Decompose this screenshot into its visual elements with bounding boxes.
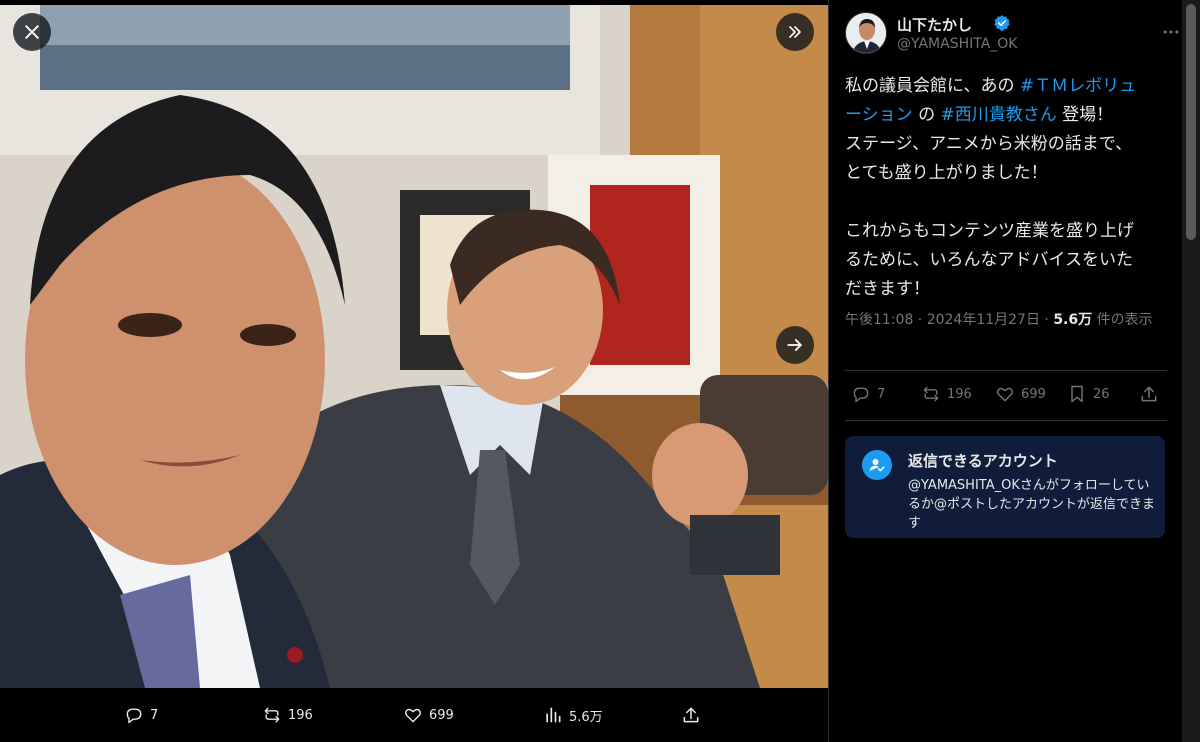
hashtag-part-1: #ＴＭレボリュ: [1019, 76, 1137, 96]
like-button[interactable]: 699: [995, 384, 1046, 404]
post-views-suffix: 件の表示: [1092, 312, 1153, 328]
views-icon: [546, 707, 561, 723]
post-text: 私の議員会館に、あの #ＴＭレボリューション の #西川貴教さん 登場！ ステージ…: [845, 72, 1165, 304]
text-line-2-end: 登場！: [1056, 105, 1114, 125]
like-icon: [405, 708, 421, 723]
share-icon: [683, 707, 699, 723]
hashtag-nishikawa[interactable]: #西川貴教さん: [940, 105, 1056, 125]
text-line-1: 私の議員会館に、あの: [845, 76, 1020, 96]
viewer-reply-button[interactable]: 7: [124, 705, 158, 725]
bookmark-button[interactable]: 26: [1067, 384, 1110, 404]
author-name[interactable]: 山下たかし: [897, 14, 972, 35]
expand-icon: [789, 26, 801, 38]
reply-icon: [126, 708, 142, 724]
repost-icon: [923, 386, 939, 402]
scrollbar-thumb[interactable]: [1186, 4, 1196, 240]
reply-count: 7: [877, 386, 886, 402]
reply-button[interactable]: 7: [851, 384, 885, 404]
reply-icon: [853, 387, 869, 403]
expand-panel-button[interactable]: [776, 13, 814, 51]
media-viewer: 7 196 699 5.6万: [0, 0, 828, 742]
post-detail-panel: 山下たかし @YAMASHITA_OK 私の議員会館に、あの #ＴＭレボリューシ…: [828, 0, 1200, 742]
viewer-share-button[interactable]: [681, 705, 701, 725]
avatar[interactable]: [845, 12, 887, 54]
text-connector: の: [912, 105, 941, 125]
post-photo: [0, 5, 828, 688]
repost-count: 196: [947, 386, 972, 402]
divider: [845, 370, 1167, 371]
post-meta: 午後11:08 · 2024年11月27日 · 5.6万 件の表示: [845, 308, 1165, 332]
reply-restriction-title: 返信できるアカウント: [908, 452, 1058, 470]
text-line-4: とても盛り上がりました！: [845, 163, 1048, 183]
user-check-icon: [869, 459, 885, 472]
post-timestamp[interactable]: 午後11:08 · 2024年11月27日 ·: [845, 312, 1053, 328]
verified-icon: [994, 15, 1010, 31]
like-icon: [997, 387, 1013, 402]
repost-icon: [264, 707, 280, 723]
viewer-reply-count: 7: [150, 707, 159, 723]
text-line-3: ステージ、アニメから米粉の話まで、: [845, 134, 1133, 154]
reply-restriction-body: @YAMASHITA_OKさんがフォローしているか@ポストしたアカウントが返信で…: [908, 478, 1156, 531]
close-icon: [25, 25, 39, 39]
post-action-bar: 7 196 699 26: [845, 384, 1167, 412]
text-line-6: るために、いろんなアドバイスをいた: [845, 250, 1133, 270]
viewer-like-button[interactable]: 699: [403, 705, 454, 725]
next-image-button[interactable]: [776, 326, 814, 364]
text-line-7: だきます！: [845, 279, 930, 299]
photo-illustration: [0, 5, 828, 688]
next-arrow-icon: [787, 339, 802, 351]
author-handle[interactable]: @YAMASHITA_OK: [897, 36, 1017, 52]
viewer-repost-count: 196: [288, 707, 313, 723]
viewer-action-bar: 7 196 699 5.6万: [0, 688, 828, 742]
bookmark-icon: [1071, 385, 1083, 403]
divider: [845, 420, 1167, 421]
post-views-value: 5.6万: [1053, 312, 1093, 328]
share-button[interactable]: [1139, 384, 1159, 404]
viewer-views-button[interactable]: 5.6万: [543, 705, 603, 725]
avatar-image: [846, 13, 886, 53]
like-count: 699: [1021, 386, 1046, 402]
bookmark-count: 26: [1093, 386, 1110, 402]
more-icon[interactable]: [1161, 22, 1181, 42]
reply-restriction-badge: [862, 450, 892, 480]
hashtag-part-2: ーション: [845, 105, 913, 125]
viewer-like-count: 699: [429, 707, 454, 723]
repost-button[interactable]: 196: [921, 384, 972, 404]
panel-scrollbar[interactable]: [1182, 0, 1200, 742]
share-icon: [1141, 386, 1157, 402]
viewer-repost-button[interactable]: 196: [262, 705, 313, 725]
post-author: 山下たかし @YAMASHITA_OK: [845, 12, 1179, 56]
text-line-5: これからもコンテンツ産業を盛り上げ: [845, 221, 1134, 241]
reply-restriction-notice: 返信できるアカウント @YAMASHITA_OKさんがフォローしているか@ポスト…: [845, 436, 1165, 538]
viewer-view-count: 5.6万: [569, 709, 603, 725]
close-button[interactable]: [13, 13, 51, 51]
